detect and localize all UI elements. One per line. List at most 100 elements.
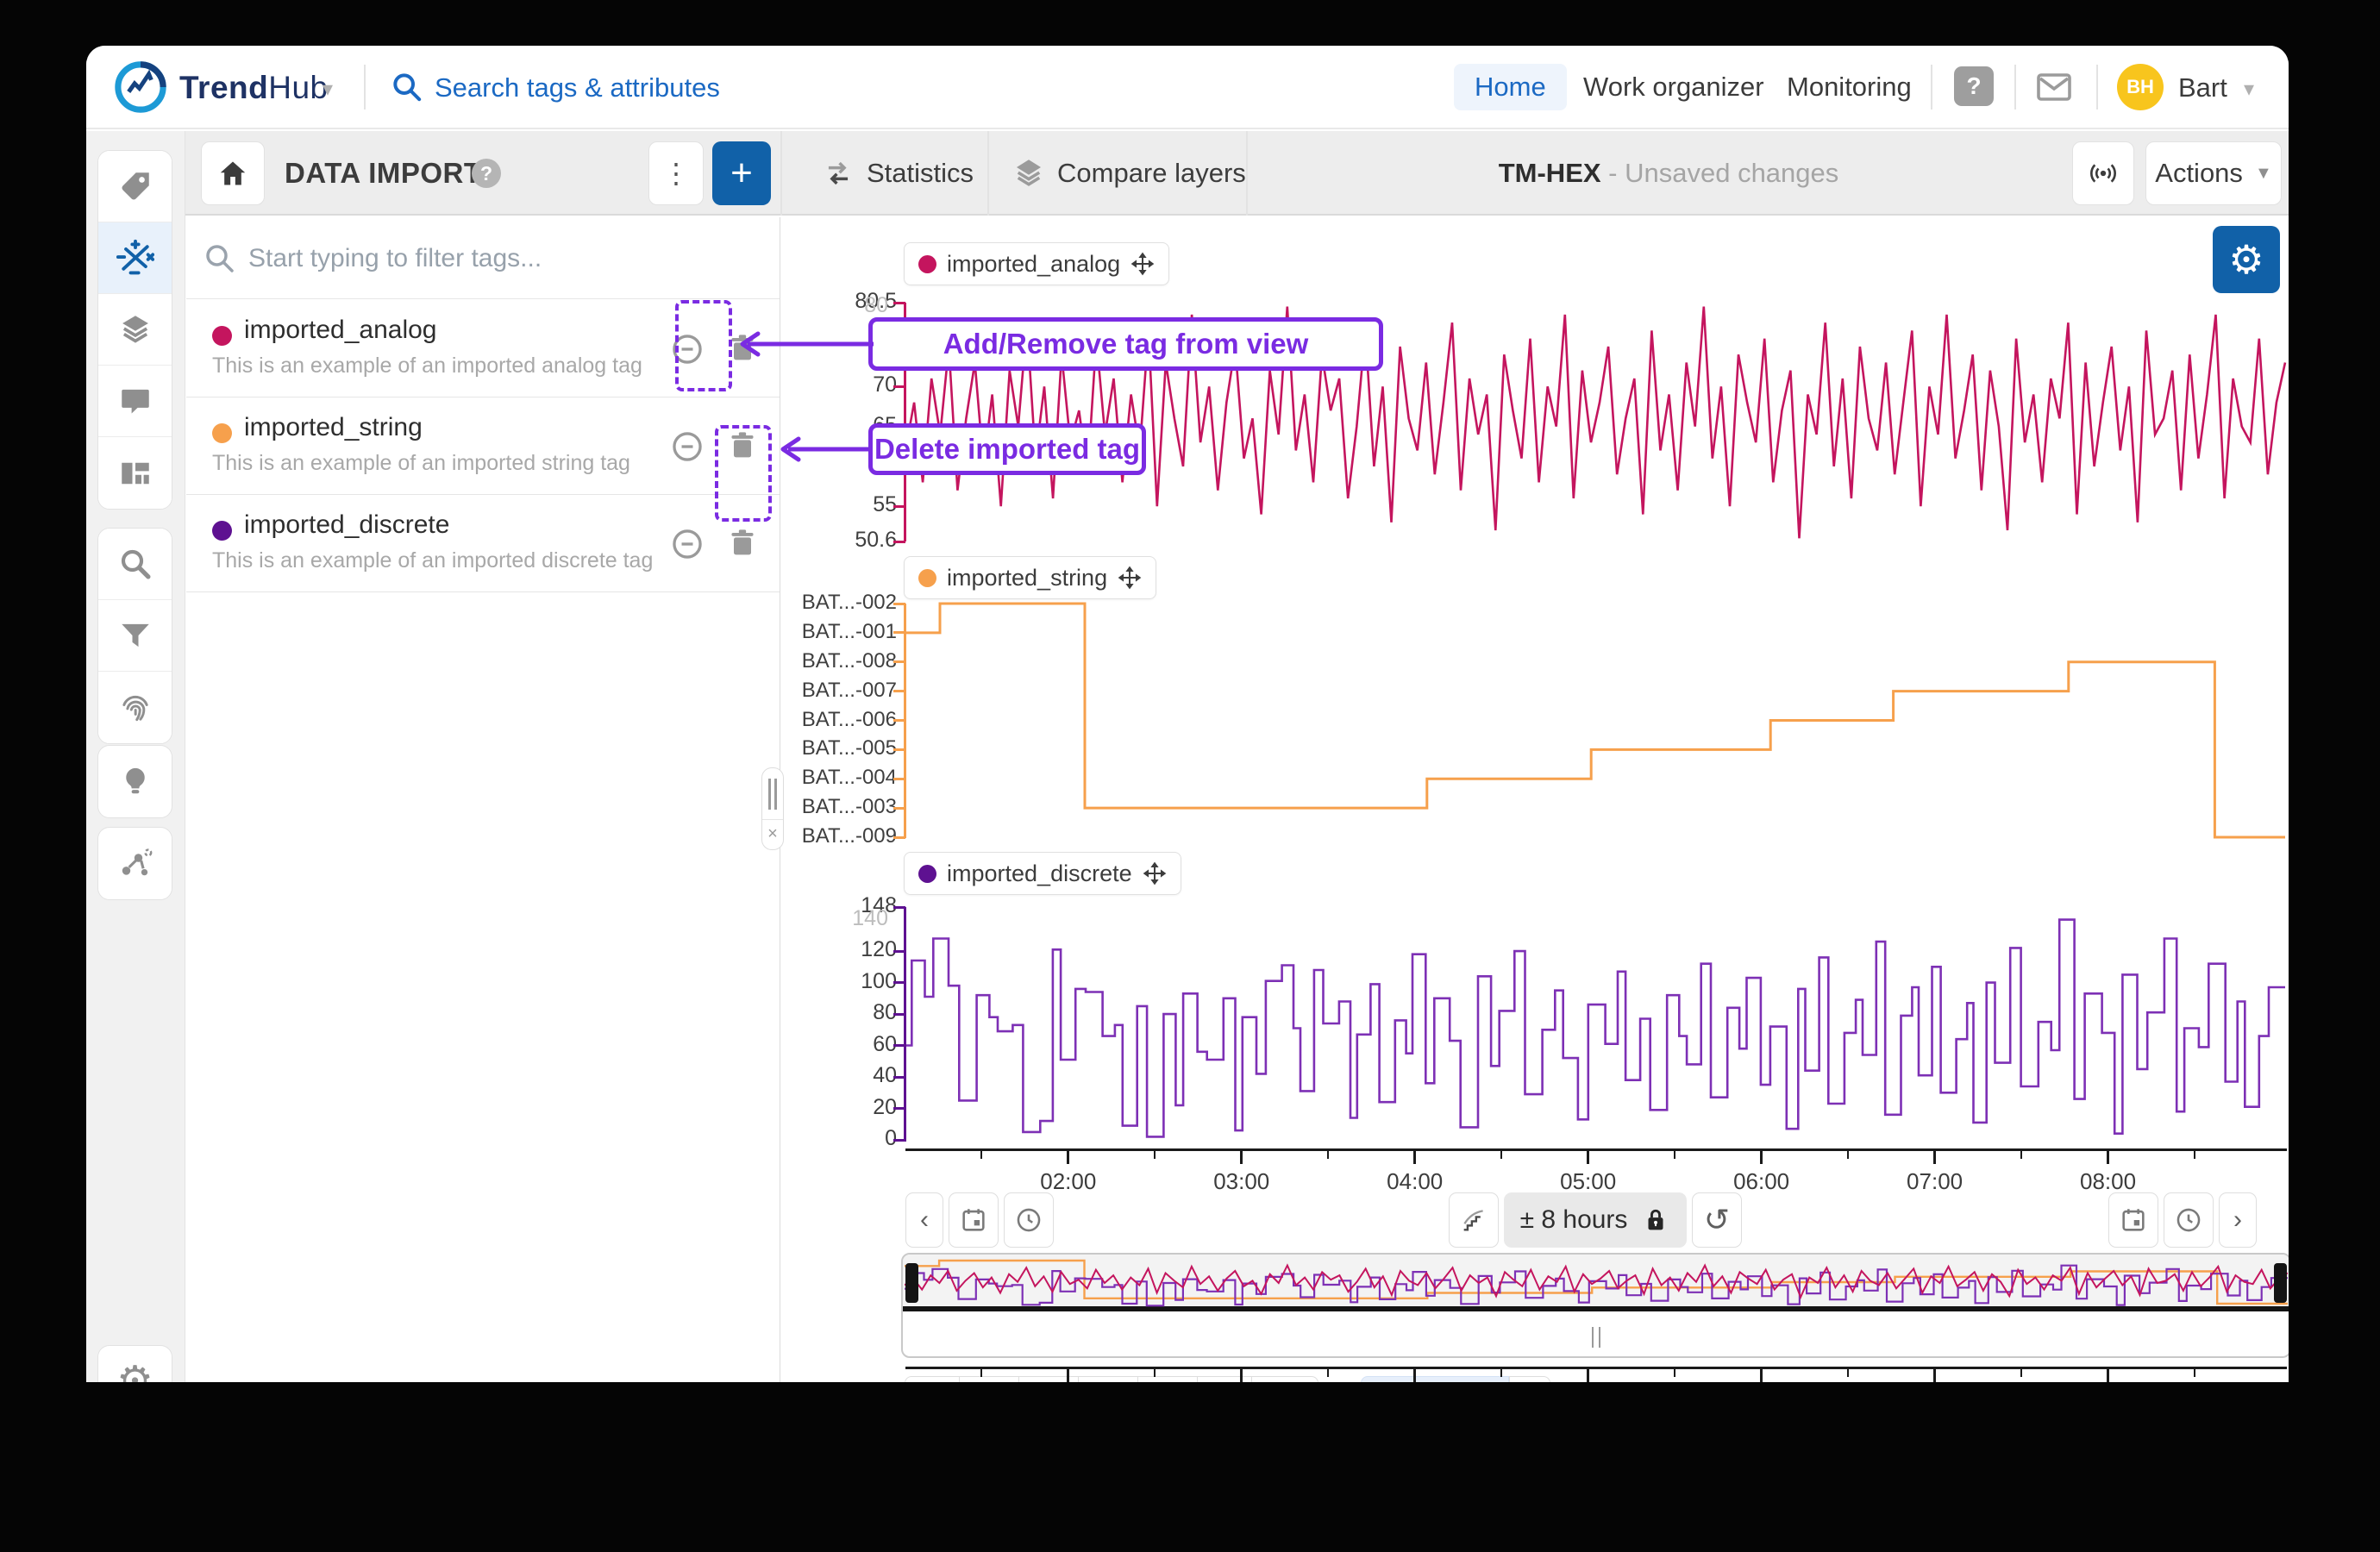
remove-from-view-icon[interactable] (669, 429, 705, 465)
compare-layers-button[interactable]: Compare layers (1057, 131, 1246, 216)
legend-label: imported_discrete (947, 860, 1132, 887)
rail-group-context (97, 827, 172, 900)
sidebar-item-layers[interactable] (98, 294, 172, 366)
legend-chip-imported-analog[interactable]: imported_analog (904, 242, 1169, 285)
panel-close-icon[interactable]: × (762, 820, 783, 848)
brand-chevron-down-icon[interactable]: ▾ (323, 77, 333, 102)
tag-filter-row: Start typing to filter tags... (186, 217, 780, 299)
callout-remove-icon-highlight (675, 300, 732, 391)
chart-settings-button[interactable]: ⚙ (2213, 226, 2280, 293)
tab-home[interactable]: Home (1454, 64, 1567, 110)
y-axis-tick-label: 80 (767, 1000, 897, 1025)
move-icon[interactable] (1118, 566, 1142, 590)
range-1y-button[interactable]: 1Y (1197, 1376, 1252, 1382)
end-time-button[interactable] (2164, 1192, 2214, 1248)
avatar[interactable]: BH (2117, 64, 2164, 110)
search-input[interactable]: Search tags & attributes (435, 46, 720, 129)
clock-icon (1014, 1205, 1043, 1235)
move-icon[interactable] (1130, 252, 1155, 276)
tag-filter-input[interactable]: Start typing to filter tags... (248, 217, 542, 299)
add-tag-button[interactable]: + (712, 141, 771, 205)
home-folder-button[interactable] (201, 141, 265, 205)
tag-description: This is an example of an imported discre… (212, 548, 653, 573)
panel-menu-button[interactable]: ⋮ (648, 141, 704, 205)
custom-range-button[interactable]: CUSTOM ▲ (1361, 1376, 1509, 1382)
sidebar-item-filter[interactable] (98, 600, 172, 672)
sidebar-item-comments[interactable] (98, 366, 172, 437)
start-calendar-button[interactable] (949, 1192, 999, 1248)
sidebar-item-search[interactable] (98, 529, 172, 600)
discrete-trend-chart[interactable] (905, 907, 2285, 1142)
trend-scale-button[interactable] (1449, 1192, 1499, 1248)
start-time-button[interactable] (1004, 1192, 1054, 1248)
history-button[interactable]: ↺ (1692, 1192, 1742, 1248)
toolbar-divider (780, 131, 782, 216)
sidebar-item-fingerprint[interactable] (98, 672, 172, 743)
duration-control[interactable]: ± 8 hours (1504, 1192, 1687, 1248)
sidebar-item-context[interactable] (98, 828, 172, 899)
lock-icon[interactable] (1641, 1205, 1670, 1235)
x-axis-tick (1933, 1151, 1936, 1164)
live-mode-button[interactable] (2072, 141, 2134, 205)
x-axis-minor-tick (1847, 1369, 1849, 1377)
sidebar-item-recommendations[interactable] (98, 746, 172, 817)
tab-work-organizer[interactable]: Work organizer (1583, 64, 1764, 110)
search-icon (117, 546, 153, 582)
legend-chip-imported-string[interactable]: imported_string (904, 556, 1156, 599)
end-calendar-button[interactable] (2108, 1192, 2158, 1248)
panel-splitter-handle[interactable]: × (761, 767, 784, 850)
range-6m-button[interactable]: 6M (1137, 1376, 1198, 1382)
sidebar-item-calculations[interactable] (98, 222, 172, 294)
calendar-icon (2119, 1205, 2148, 1235)
sidebar-item-settings[interactable]: ⚙ (98, 1346, 172, 1382)
fit-range-button[interactable] (1509, 1376, 1550, 1382)
compare-layers-icon (1011, 155, 1047, 191)
filter-search-icon (202, 241, 238, 277)
user-name[interactable]: Bart (2178, 46, 2227, 129)
x-axis-minor-tick (1327, 1151, 1329, 1159)
x-axis-minor-tick (2194, 1369, 2195, 1377)
string-trend-chart[interactable] (905, 589, 2285, 848)
tag-row-imported-string[interactable]: imported_string This is an example of an… (186, 397, 780, 495)
tab-monitoring[interactable]: Monitoring (1787, 64, 1912, 110)
user-chevron-down-icon[interactable]: ▾ (2244, 77, 2254, 102)
y-axis-tick-label: 70 (767, 372, 897, 397)
actions-chevron-down-icon: ▼ (2255, 164, 2272, 184)
app-window: TrendHub ▾ Search tags & attributes Home… (86, 46, 2289, 1382)
range-all-button[interactable]: ALL (1251, 1376, 1318, 1382)
search-icon[interactable] (390, 70, 424, 104)
range-1w-button[interactable]: 1W (959, 1376, 1019, 1382)
annotation-text: Delete imported tag (874, 433, 1140, 466)
pan-right-button[interactable]: › (2219, 1192, 2257, 1248)
move-icon[interactable] (1143, 861, 1167, 886)
x-axis-tick-label: 03:00 (1190, 1168, 1293, 1195)
range-3m-button[interactable]: 3M (1078, 1376, 1138, 1382)
x-axis-tick-label: 07:00 (1883, 1168, 1987, 1195)
help-icon[interactable]: ? (1954, 66, 1994, 106)
actions-button[interactable]: Actions ▼ (2145, 141, 2282, 205)
sidebar-item-dashboards[interactable] (98, 437, 172, 509)
x-axis-tick (1760, 1151, 1763, 1164)
mail-icon[interactable] (2033, 66, 2075, 108)
legend-chip-imported-discrete[interactable]: imported_discrete (904, 852, 1181, 895)
overview-scrollbar[interactable] (903, 1317, 2289, 1358)
brand-name[interactable]: TrendHub (179, 46, 329, 129)
sidebar-item-tags[interactable] (98, 151, 172, 222)
overview-right-handle[interactable] (2274, 1263, 2287, 1303)
remove-from-view-icon[interactable] (669, 526, 705, 562)
range-1d-button[interactable]: 1D (905, 1376, 960, 1382)
tag-row-imported-discrete[interactable]: imported_discrete This is an example of … (186, 495, 780, 592)
pan-left-button[interactable]: ‹ (905, 1192, 943, 1248)
y-axis-category-label: BAT...-009 (767, 824, 897, 848)
panel-help-icon[interactable]: ? (472, 159, 501, 188)
overview-strip[interactable] (901, 1253, 2289, 1358)
statistics-button[interactable]: Statistics (867, 131, 974, 216)
splitter-grip[interactable] (762, 768, 783, 820)
panel-title: DATA IMPORT (285, 131, 482, 216)
overview-left-handle[interactable] (905, 1263, 918, 1303)
y-axis-tick-label: 20 (767, 1095, 897, 1120)
range-1m-button[interactable]: 1M (1018, 1376, 1079, 1382)
x-axis-tick (1587, 1151, 1589, 1164)
trash-icon[interactable] (725, 526, 760, 560)
y-axis-tick-label: 40 (767, 1063, 897, 1088)
